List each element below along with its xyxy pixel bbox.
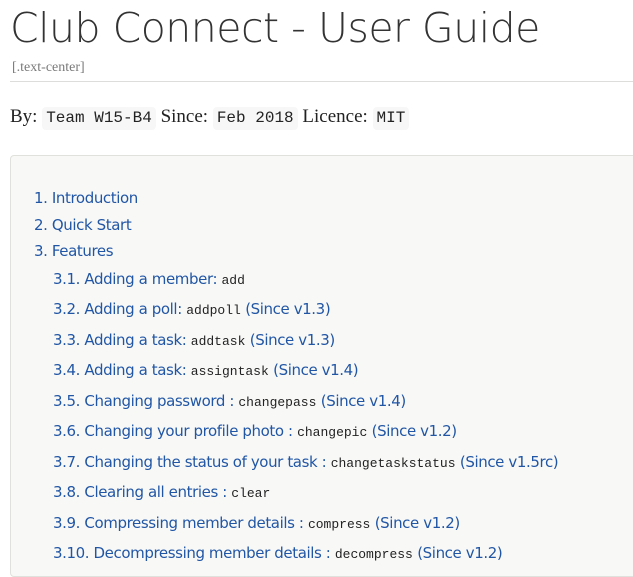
author-value: Team W15-B4 bbox=[42, 107, 156, 130]
toc-subitem-clear[interactable]: 3.8. Clearing all entries : clear bbox=[34, 478, 558, 509]
toc-subitem-changepic[interactable]: 3.6. Changing your profile photo : chang… bbox=[34, 417, 558, 448]
toc-link[interactable]: 3.10. Decompressing member details : dec… bbox=[53, 544, 503, 562]
document-details: By: Team W15-B4 Since: Feb 2018 Licence:… bbox=[10, 106, 410, 130]
since-version[interactable]: (Since v1.2) bbox=[367, 422, 457, 440]
toc-link[interactable]: 3.9. Compressing member details : compre… bbox=[53, 514, 460, 532]
toc-subitem-add[interactable]: 3.1. Adding a member: add bbox=[34, 265, 558, 296]
toc-link[interactable]: 3.4. Adding a task: assigntask (Since v1… bbox=[53, 361, 359, 379]
toc-link[interactable]: 3.6. Changing your profile photo : chang… bbox=[53, 422, 457, 440]
toc-link-label[interactable]: 3.7. Changing the status of your task : bbox=[53, 453, 331, 471]
toc-subitem-addtask[interactable]: 3.3. Adding a task: addtask (Since v1.3) bbox=[34, 326, 558, 357]
licence-value: MIT bbox=[372, 107, 410, 130]
since-version[interactable]: (Since v1.3) bbox=[245, 331, 335, 349]
toc-link-label[interactable]: 3.5. Changing password : bbox=[53, 392, 238, 410]
toc-link[interactable]: 2. Quick Start bbox=[34, 216, 132, 234]
since-label: Since: bbox=[160, 106, 209, 127]
toc-link-label[interactable]: 3.3. Adding a task: bbox=[53, 331, 191, 349]
toc-subitem-changetaskstatus[interactable]: 3.7. Changing the status of your task : … bbox=[34, 448, 559, 479]
since-version[interactable]: (Since v1.2) bbox=[370, 514, 460, 532]
toc-subitem-assigntask[interactable]: 3.4. Adding a task: assigntask (Since v1… bbox=[34, 356, 558, 387]
command-code[interactable]: changepass bbox=[238, 395, 316, 410]
toc-item-introduction[interactable]: 1. Introduction bbox=[34, 185, 558, 212]
toc-list: 1. Introduction 2. Quick Start 3. Featur… bbox=[34, 185, 559, 570]
since-version[interactable]: (Since v1.2) bbox=[413, 544, 502, 562]
toc-link-label[interactable]: 3. Features bbox=[34, 242, 114, 260]
header-divider bbox=[10, 81, 633, 82]
licence-label: Licence: bbox=[302, 106, 368, 127]
since-version[interactable]: (Since v1.4) bbox=[269, 361, 358, 379]
toc-link-label[interactable]: 3.2. Adding a poll: bbox=[53, 300, 186, 318]
since-value: Feb 2018 bbox=[212, 107, 298, 130]
since-version[interactable]: (Since v1.4) bbox=[316, 392, 406, 410]
toc-link[interactable]: 3. Features bbox=[34, 242, 114, 260]
toc-subitem-changepass[interactable]: 3.5. Changing password : changepass (Sin… bbox=[34, 387, 558, 418]
toc-link-label[interactable]: 3.1. Adding a member: bbox=[53, 270, 221, 288]
toc-link[interactable]: 3.1. Adding a member: add bbox=[53, 270, 245, 288]
toc-subitem-decompress[interactable]: 3.10. Decompressing member details : dec… bbox=[34, 539, 558, 570]
since-version[interactable]: (Since v1.5rc) bbox=[456, 453, 559, 471]
toc-link-label[interactable]: 2. Quick Start bbox=[34, 216, 132, 234]
toc-link-label[interactable]: 3.6. Changing your profile photo : bbox=[53, 422, 297, 440]
role-annotation: [.text-center] bbox=[12, 60, 85, 75]
toc-link[interactable]: 3.3. Adding a task: addtask (Since v1.3) bbox=[53, 331, 335, 349]
toc-link-label[interactable]: 3.4. Adding a task: bbox=[53, 361, 191, 379]
page-title: Club Connect - User Guide bbox=[10, 4, 540, 52]
command-code[interactable]: add bbox=[221, 273, 244, 288]
command-code[interactable]: addtask bbox=[191, 334, 246, 349]
toc-link[interactable]: 1. Introduction bbox=[34, 189, 138, 207]
toc-link-label[interactable]: 3.8. Clearing all entries : bbox=[53, 483, 231, 501]
toc-item-quick-start[interactable]: 2. Quick Start bbox=[34, 212, 558, 239]
author-label: By: bbox=[10, 106, 38, 127]
toc-link[interactable]: 3.5. Changing password : changepass (Sin… bbox=[53, 392, 406, 410]
toc-link-label[interactable]: 1. Introduction bbox=[34, 189, 138, 207]
since-version[interactable]: (Since v1.3) bbox=[241, 300, 330, 318]
command-code[interactable]: clear bbox=[231, 486, 270, 501]
toc-item-features[interactable]: 3. Features bbox=[34, 238, 558, 265]
command-code[interactable]: changepic bbox=[297, 425, 367, 440]
toc-link[interactable]: 3.2. Adding a poll: addpoll (Since v1.3) bbox=[53, 300, 331, 318]
toc-link[interactable]: 3.8. Clearing all entries : clear bbox=[53, 483, 270, 501]
command-code[interactable]: addpoll bbox=[186, 303, 241, 318]
command-code[interactable]: compress bbox=[308, 517, 370, 532]
toc-subitem-compress[interactable]: 3.9. Compressing member details : compre… bbox=[34, 509, 558, 540]
toc-subitem-addpoll[interactable]: 3.2. Adding a poll: addpoll (Since v1.3) bbox=[34, 295, 558, 326]
table-of-contents: 1. Introduction 2. Quick Start 3. Featur… bbox=[10, 155, 633, 577]
toc-link-label[interactable]: 3.9. Compressing member details : bbox=[53, 514, 308, 532]
toc-link-label[interactable]: 3.10. Decompressing member details : bbox=[53, 544, 335, 562]
command-code[interactable]: assigntask bbox=[191, 364, 269, 379]
toc-link[interactable]: 3.7. Changing the status of your task : … bbox=[53, 453, 559, 471]
command-code[interactable]: changetaskstatus bbox=[331, 456, 456, 471]
command-code[interactable]: decompress bbox=[335, 547, 413, 562]
